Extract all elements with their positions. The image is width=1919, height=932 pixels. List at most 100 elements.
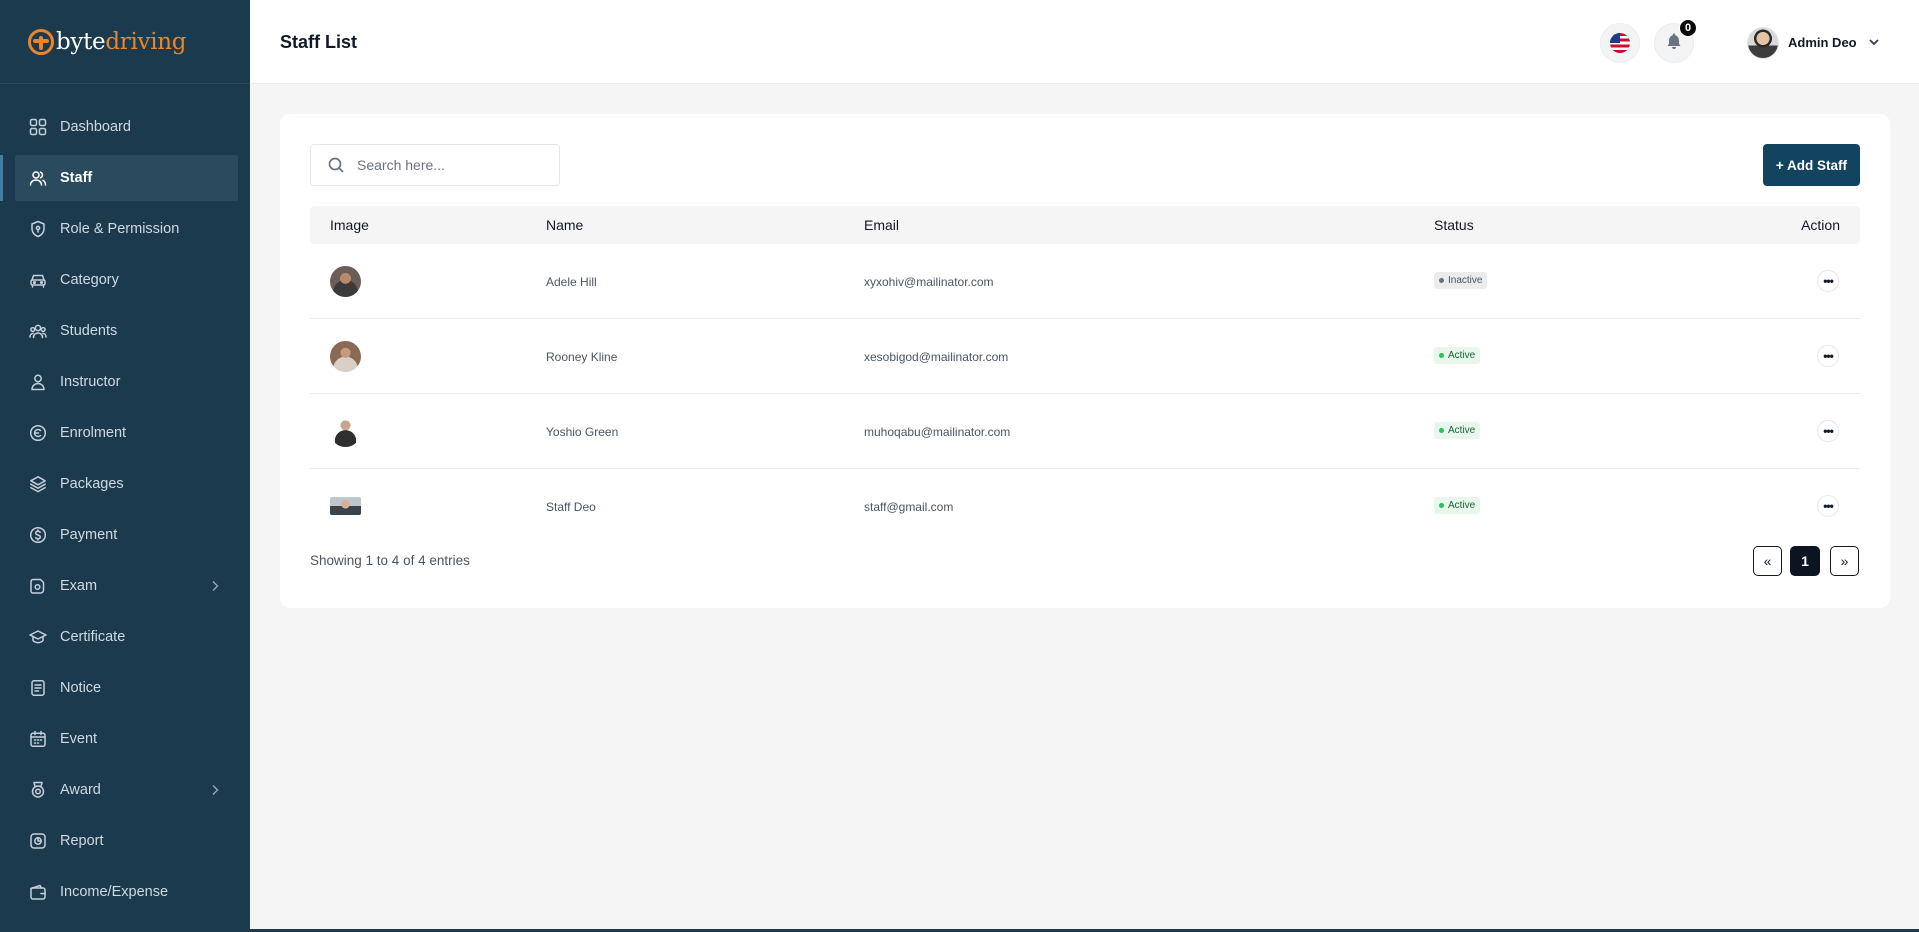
sidebar-item-label: Instructor bbox=[60, 374, 121, 390]
us-flag-icon bbox=[1610, 33, 1630, 53]
sidebar-item-payment[interactable]: Payment bbox=[15, 512, 238, 558]
sidebar-item-award[interactable]: Award bbox=[15, 767, 238, 813]
shield-icon bbox=[29, 220, 47, 238]
brand-name: bytedriving bbox=[56, 28, 187, 55]
sidebar-item-label: Report bbox=[60, 833, 104, 849]
pagination-prev-button[interactable]: « bbox=[1753, 546, 1782, 576]
users-icon bbox=[29, 169, 47, 187]
staff-name: Staff Deo bbox=[546, 500, 596, 514]
staff-email: staff@gmail.com bbox=[864, 500, 954, 514]
chevron-right-icon bbox=[206, 781, 224, 799]
sidebar-item-staff[interactable]: Staff bbox=[0, 155, 238, 201]
user-avatar[interactable] bbox=[1747, 27, 1779, 59]
table-row: Staff Deo staff@gmail.com Active ••• bbox=[310, 469, 1860, 544]
status-badge: Active bbox=[1434, 422, 1481, 439]
calendar-icon bbox=[29, 730, 47, 748]
table-row: Adele Hill xyxohiv@mailinator.com Inacti… bbox=[310, 244, 1860, 319]
notification-button[interactable]: 0 bbox=[1654, 19, 1697, 63]
status-badge: Active bbox=[1434, 497, 1481, 514]
sidebar-item-label: Staff bbox=[60, 170, 93, 186]
enrolment-icon bbox=[29, 424, 47, 442]
dollar-icon bbox=[29, 526, 47, 544]
search-input[interactable] bbox=[357, 157, 547, 173]
add-staff-button[interactable]: + Add Staff bbox=[1763, 144, 1860, 186]
sidebar-item-certificate[interactable]: Certificate bbox=[15, 614, 238, 660]
chevron-right-icon bbox=[206, 577, 224, 595]
sidebar-item-label: Payment bbox=[60, 527, 118, 543]
sidebar-item-label: Event bbox=[60, 731, 98, 747]
table-row: Rooney Kline xesobigod@mailinator.com Ac… bbox=[310, 319, 1860, 394]
sidebar-item-category[interactable]: Category bbox=[15, 257, 238, 303]
status-badge: Inactive bbox=[1434, 272, 1488, 289]
exam-icon bbox=[29, 577, 47, 595]
sidebar-item-label: Award bbox=[60, 782, 101, 798]
table-header: Image Name Email Status Action bbox=[310, 206, 1860, 244]
sidebar-item-label: Category bbox=[60, 272, 119, 288]
car-icon bbox=[29, 271, 47, 289]
sidebar-item-label: Packages bbox=[60, 476, 124, 492]
staff-email: xyxohiv@mailinator.com bbox=[864, 275, 994, 289]
staff-avatar bbox=[330, 497, 361, 515]
sidebar-item-event[interactable]: Event bbox=[15, 716, 238, 762]
sidebar-item-label: Certificate bbox=[60, 629, 126, 645]
more-actions-button[interactable]: ••• bbox=[1817, 495, 1839, 517]
top-header: Staff List 0 Admin Deo bbox=[250, 0, 1919, 84]
column-header-email[interactable]: Email bbox=[864, 217, 899, 233]
staff-name: Rooney Kline bbox=[546, 350, 618, 364]
column-header-image: Image bbox=[330, 217, 369, 233]
column-header-action: Action bbox=[1801, 217, 1840, 233]
status-badge: Active bbox=[1434, 347, 1481, 364]
staff-email: xesobigod@mailinator.com bbox=[864, 350, 1009, 364]
students-icon bbox=[29, 322, 47, 340]
sidebar-item-label: Notice bbox=[60, 680, 102, 696]
table-row: Yoshio Green muhoqabu@mailinator.com Act… bbox=[310, 394, 1860, 469]
sidebar-item-exam[interactable]: Exam bbox=[15, 563, 238, 609]
sidebar-item-report[interactable]: Report bbox=[15, 818, 238, 864]
search-box[interactable] bbox=[310, 144, 560, 186]
award-icon bbox=[29, 781, 47, 799]
search-icon bbox=[328, 157, 344, 173]
more-actions-button[interactable]: ••• bbox=[1817, 420, 1839, 442]
sidebar-item-instructor[interactable]: Instructor bbox=[15, 359, 238, 405]
wallet-icon bbox=[29, 883, 47, 901]
staff-list-card: + Add Staff Image Name Email Status Acti… bbox=[280, 114, 1890, 608]
entries-summary: Showing 1 to 4 of 4 entries bbox=[310, 553, 470, 568]
sidebar-item-notice[interactable]: Notice bbox=[15, 665, 238, 711]
language-selector[interactable] bbox=[1600, 23, 1640, 63]
pagination-next-button[interactable]: » bbox=[1830, 546, 1859, 576]
sidebar-item-dashboard[interactable]: Dashboard bbox=[15, 104, 238, 150]
staff-email: muhoqabu@mailinator.com bbox=[864, 425, 1011, 439]
chevron-down-icon[interactable] bbox=[1867, 35, 1881, 49]
page-title: Staff List bbox=[280, 32, 358, 52]
user-icon bbox=[29, 373, 47, 391]
steering-wheel-icon bbox=[28, 28, 54, 55]
sidebar-item-income-expense[interactable]: Income/Expense bbox=[15, 869, 238, 915]
column-header-status[interactable]: Status bbox=[1434, 217, 1474, 233]
user-name[interactable]: Admin Deo bbox=[1788, 35, 1857, 50]
sidebar-item-packages[interactable]: Packages bbox=[15, 461, 238, 507]
staff-avatar bbox=[330, 266, 361, 297]
sidebar-item-label: Role & Permission bbox=[60, 221, 180, 237]
sidebar: bytedriving Dashboard Staff Role & Permi… bbox=[0, 0, 250, 932]
pagination-page-button[interactable]: 1 bbox=[1790, 546, 1820, 576]
sidebar-nav: Dashboard Staff Role & Permission Catego… bbox=[0, 84, 250, 915]
sidebar-item-label: Exam bbox=[60, 578, 98, 594]
sidebar-item-students[interactable]: Students bbox=[15, 308, 238, 354]
sidebar-item-label: Income/Expense bbox=[60, 884, 169, 900]
notification-count-badge: 0 bbox=[1679, 19, 1697, 37]
staff-name: Yoshio Green bbox=[546, 425, 619, 439]
staff-avatar bbox=[330, 341, 361, 372]
sidebar-item-label: Enrolment bbox=[60, 425, 127, 441]
column-header-name[interactable]: Name bbox=[546, 217, 583, 233]
report-icon bbox=[29, 832, 47, 850]
notice-icon bbox=[29, 679, 47, 697]
bell-icon bbox=[1665, 32, 1683, 55]
sidebar-item-enrolment[interactable]: Enrolment bbox=[15, 410, 238, 456]
staff-avatar bbox=[330, 416, 361, 447]
more-actions-button[interactable]: ••• bbox=[1817, 345, 1839, 367]
dashboard-icon bbox=[29, 118, 47, 136]
sidebar-item-role-permission[interactable]: Role & Permission bbox=[15, 206, 238, 252]
brand-logo[interactable]: bytedriving bbox=[0, 0, 250, 84]
graduation-cap-icon bbox=[29, 628, 47, 646]
more-actions-button[interactable]: ••• bbox=[1817, 270, 1839, 292]
